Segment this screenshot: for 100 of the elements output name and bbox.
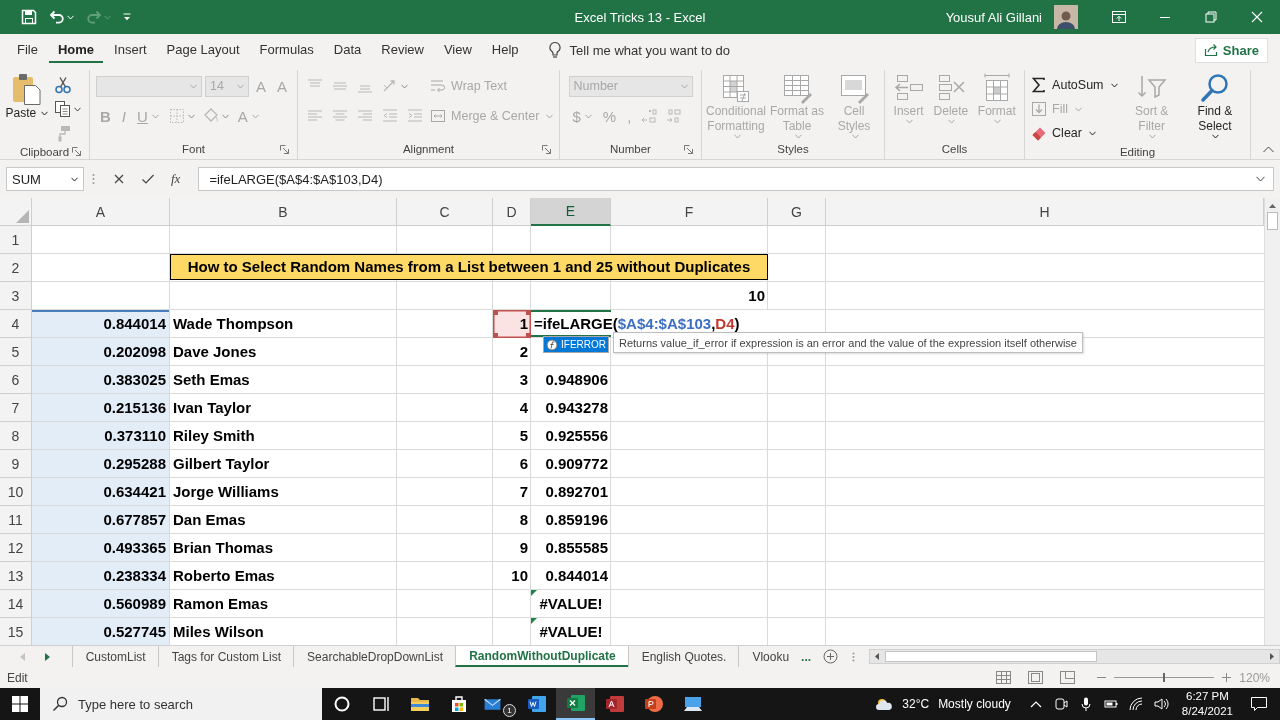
expand-formula-bar-icon[interactable] [1256,176,1265,182]
dialog-launcher-icon[interactable] [72,147,81,156]
scroll-right-icon[interactable] [1268,652,1276,661]
vertical-scrollbar[interactable] [1264,198,1280,645]
next-sheet-icon[interactable] [45,652,50,661]
autocomplete-item[interactable]: IFERROR [544,337,608,352]
row-header[interactable]: 2 [0,254,32,282]
error-indicator-icon[interactable] [531,590,537,596]
menu-tab[interactable]: Data [324,37,371,63]
taskbar-app-button[interactable]: 1 [478,688,517,720]
resize-handle-icon[interactable] [526,333,531,338]
error-indicator-icon[interactable] [531,618,537,624]
ribbon-display-options-icon[interactable] [1111,9,1127,25]
column-header[interactable]: A [32,198,170,226]
zoom-in-icon[interactable] [1222,673,1232,682]
formula-field[interactable]: =ifeLARGE($A$4:$A$103,D4) [198,167,1274,191]
page-layout-icon[interactable] [1028,671,1044,684]
row-header[interactable]: 12 [0,534,32,562]
table-cell: 0.295288 [32,450,170,478]
resize-handle-icon[interactable] [493,333,498,338]
row-header[interactable]: 10 [0,478,32,506]
taskbar-search-field[interactable]: Type here to search [40,688,322,720]
row-header[interactable]: 14 [0,590,32,618]
scroll-left-icon[interactable] [873,652,882,661]
status-mode: Edit [7,670,28,685]
undo-icon[interactable] [49,10,65,24]
cancel-icon[interactable] [113,173,125,185]
menu-tab[interactable]: Page Layout [157,37,249,63]
share-button[interactable]: Share [1194,37,1268,63]
scroll-thumb[interactable] [1267,212,1278,230]
splitter-icon[interactable] [852,651,856,662]
clock[interactable]: 6:27 PM 8/24/2021 [1181,689,1233,719]
autosum-button[interactable]: AutoSum [1031,77,1118,93]
caret-icon [71,176,78,182]
normal-view-icon[interactable] [996,671,1012,684]
column-header[interactable]: F [611,198,768,226]
restore-icon[interactable] [1203,9,1219,25]
column-header[interactable]: E [531,198,611,226]
menu-tab[interactable]: Formulas [250,37,323,63]
row-header[interactable]: 9 [0,450,32,478]
scroll-up-icon[interactable] [1268,202,1277,210]
column-header[interactable]: C [397,198,493,226]
weather-condition[interactable]: Mostly cloudy [938,697,1011,711]
row-header[interactable]: 15 [0,618,32,645]
menu-tab[interactable]: Review [372,37,433,63]
wifi-icon[interactable] [1127,696,1144,712]
caret-icon[interactable] [74,106,82,112]
windows-logo-icon[interactable] [12,696,28,712]
weather-cloud-icon[interactable] [875,697,894,711]
column-header[interactable]: G [768,198,826,226]
table-cell-text: 0.844014 [544,566,609,586]
dialog-launcher-icon[interactable] [280,144,289,154]
row-header[interactable]: 5 [0,338,32,366]
row-header[interactable]: 7 [0,394,32,422]
insert-function-button[interactable]: fx [171,171,181,187]
resize-handle-icon[interactable] [526,310,531,315]
notifications-icon[interactable] [1250,696,1268,712]
paste-button[interactable]: Paste [5,70,49,121]
customize-icon[interactable] [123,13,131,21]
drag-handle-icon[interactable] [92,173,95,185]
enter-icon[interactable] [141,173,155,185]
menu-tab[interactable]: Help [482,37,528,63]
column-header[interactable]: H [826,198,1264,226]
menu-tab[interactable]: File [8,37,47,63]
sheet-tab[interactable]: RandomWithoutDuplicate [455,646,628,667]
row-header[interactable]: 1 [0,226,32,254]
volume-icon[interactable] [1152,696,1169,712]
menu-tab[interactable]: Home [48,37,104,63]
save-icon[interactable] [21,9,37,25]
row-header[interactable]: 11 [0,506,32,534]
row-header[interactable]: 4 [0,310,32,338]
dialog-launcher-icon[interactable] [684,144,693,154]
more-sheets-button[interactable]: ... [801,649,812,664]
new-sheet-icon[interactable] [823,649,839,664]
name-box[interactable]: SUM [6,167,84,191]
horizontal-scrollbar[interactable] [869,649,1280,664]
find-select-button[interactable]: Find & Select [1185,70,1244,139]
weather-temperature[interactable]: 32°C [902,697,930,711]
page-break-preview-icon[interactable] [1060,671,1076,684]
scissors-icon[interactable] [54,76,73,94]
close-icon[interactable] [1249,9,1265,25]
zoom-slider-thumb[interactable] [1163,673,1166,682]
camera-icon[interactable] [1052,696,1069,712]
menu-tab[interactable]: View [434,37,481,63]
column-header[interactable]: B [170,198,397,226]
taskbar-app-button[interactable] [556,688,595,720]
scroll-thumb[interactable] [885,651,1098,662]
collapse-ribbon-icon[interactable] [1263,146,1274,153]
resize-handle-icon[interactable] [493,310,498,315]
clear-button[interactable]: Clear [1031,125,1096,141]
menu-tab[interactable]: Insert [105,37,156,63]
row-header[interactable]: 6 [0,366,32,394]
row-header[interactable]: 13 [0,562,32,590]
column-header[interactable]: D [493,198,531,226]
tell-me-field[interactable]: Tell me what you want to do [569,42,730,58]
row-header[interactable]: 3 [0,282,32,310]
avatar[interactable] [1054,5,1078,29]
copy-icon[interactable] [54,100,73,118]
dialog-launcher-icon[interactable] [542,144,551,154]
row-header[interactable]: 8 [0,422,32,450]
